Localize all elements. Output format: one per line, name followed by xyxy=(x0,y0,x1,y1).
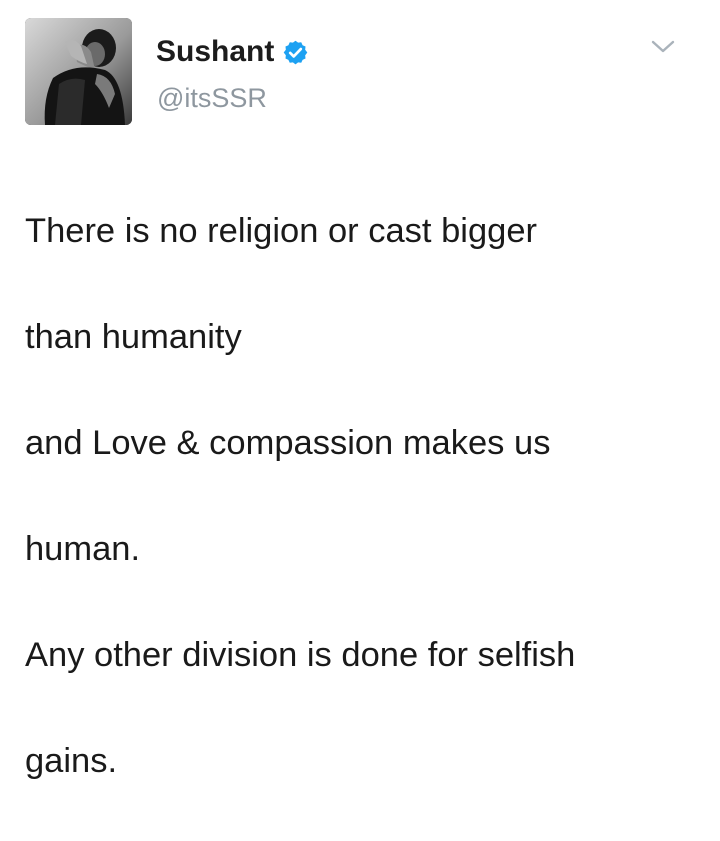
tweet-text-line: gains. xyxy=(25,742,118,780)
avatar[interactable] xyxy=(25,18,132,125)
tweet-text-line: human. xyxy=(25,530,141,568)
verified-badge-icon xyxy=(282,39,309,66)
author-handle[interactable]: @itsSSR xyxy=(157,83,267,114)
tweet-text-line: and Love & compassion makes us xyxy=(25,424,551,462)
tweet-text-line: than humanity xyxy=(25,318,242,356)
profile-photo-icon xyxy=(25,18,132,125)
chevron-down-icon[interactable] xyxy=(647,33,679,59)
tweet-card: Sushant @itsSSR There is no religion or … xyxy=(0,0,720,780)
tweet-text: There is no religion or cast bigger than… xyxy=(25,152,705,841)
tweet-text-line: There is no religion or cast bigger xyxy=(25,212,538,250)
display-name[interactable]: Sushant xyxy=(156,35,274,69)
author-name-row[interactable]: Sushant xyxy=(156,31,309,73)
tweet-text-line: Any other division is done for selfish xyxy=(25,636,576,674)
